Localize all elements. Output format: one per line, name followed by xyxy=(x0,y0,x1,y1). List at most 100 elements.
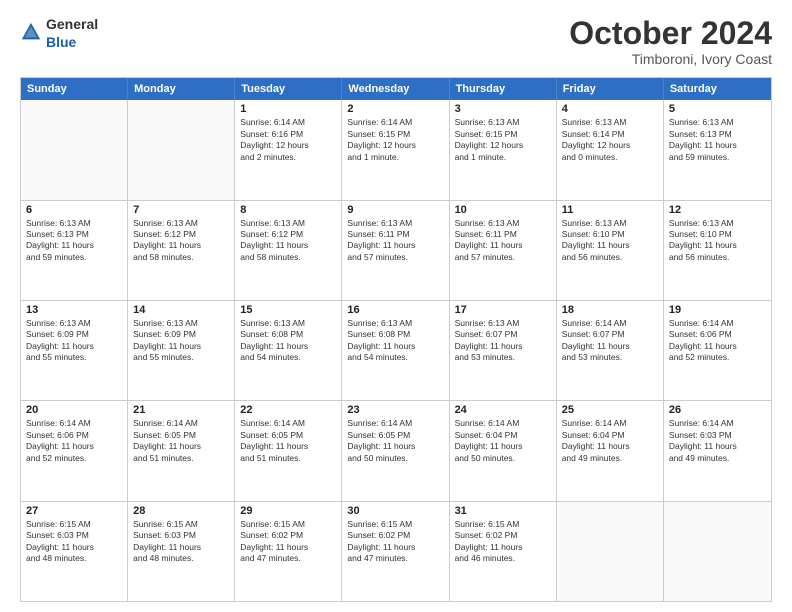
day-number: 16 xyxy=(347,304,443,316)
table-row: 24 Sunrise: 6:14 AMSunset: 6:04 PMDayligh… xyxy=(450,401,557,500)
title-block: October 2024 Timboroni, Ivory Coast xyxy=(569,16,772,67)
table-row: 8Sunrise: 6:13 AMSunset: 6:12 PMDaylight… xyxy=(235,201,342,300)
day-number: 12 xyxy=(669,204,766,216)
table-row: 7Sunrise: 6:13 AMSunset: 6:12 PMDaylight… xyxy=(128,201,235,300)
table-row: 17 Sunrise: 6:13 AMSunset: 6:07 PMDayligh… xyxy=(450,301,557,400)
cell-text: Sunrise: 6:14 AMSunset: 6:06 PMDaylight:… xyxy=(26,418,122,464)
cell-text: Sunrise: 6:13 AMSunset: 6:10 PMDaylight:… xyxy=(669,218,766,264)
cell-text: Sunrise: 6:15 AMSunset: 6:02 PMDaylight:… xyxy=(240,519,336,565)
cell-text: Sunrise: 6:14 AMSunset: 6:07 PMDaylight:… xyxy=(562,318,658,364)
cell-text: Sunrise: 6:14 AMSunset: 6:05 PMDaylight:… xyxy=(240,418,336,464)
cell-text: Sunrise: 6:15 AMSunset: 6:03 PMDaylight:… xyxy=(26,519,122,565)
table-row: 20 Sunrise: 6:14 AMSunset: 6:06 PMDayligh… xyxy=(21,401,128,500)
table-row: 16 Sunrise: 6:13 AMSunset: 6:08 PMDayligh… xyxy=(342,301,449,400)
calendar-row: 13Sunrise: 6:13 AMSunset: 6:09 PMDayligh… xyxy=(21,300,771,400)
cell-text: Sunrise: 6:13 AMSunset: 6:07 PMDaylight:… xyxy=(455,318,551,364)
cell-text: Sunrise: 6:14 AMSunset: 6:04 PMDaylight:… xyxy=(455,418,551,464)
calendar-row: 27Sunrise: 6:15 AMSunset: 6:03 PMDayligh… xyxy=(21,501,771,601)
cell-text: Sunrise: 6:13 AMSunset: 6:12 PMDaylight:… xyxy=(240,218,336,264)
cell-text: Sunrise: 6:13 AMSunset: 6:08 PMDaylight:… xyxy=(347,318,443,364)
table-row: 26 Sunrise: 6:14 AMSunset: 6:03 PMDayligh… xyxy=(664,401,771,500)
day-number: 24 xyxy=(455,404,551,416)
calendar-header-cell: Monday xyxy=(128,78,235,100)
page: General Blue October 2024 Timboroni, Ivo… xyxy=(0,0,792,612)
cell-text: Sunrise: 6:13 AMSunset: 6:11 PMDaylight:… xyxy=(455,218,551,264)
day-number: 22 xyxy=(240,404,336,416)
day-number: 6 xyxy=(26,204,122,216)
cell-text: Sunrise: 6:13 AMSunset: 6:13 PMDaylight:… xyxy=(26,218,122,264)
day-number: 9 xyxy=(347,204,443,216)
day-number: 17 xyxy=(455,304,551,316)
cell-text: Sunrise: 6:13 AMSunset: 6:15 PMDaylight:… xyxy=(455,117,551,163)
table-row xyxy=(128,100,235,199)
day-number: 29 xyxy=(240,505,336,517)
cell-text: Sunrise: 6:15 AMSunset: 6:02 PMDaylight:… xyxy=(347,519,443,565)
table-row: 21 Sunrise: 6:14 AMSunset: 6:05 PMDayligh… xyxy=(128,401,235,500)
table-row: 23 Sunrise: 6:14 AMSunset: 6:05 PMDayligh… xyxy=(342,401,449,500)
cell-text: Sunrise: 6:13 AMSunset: 6:09 PMDaylight:… xyxy=(133,318,229,364)
table-row xyxy=(557,502,664,601)
logo-blue: Blue xyxy=(46,34,76,50)
table-row: 25 Sunrise: 6:14 AMSunset: 6:04 PMDayligh… xyxy=(557,401,664,500)
calendar-header-cell: Friday xyxy=(557,78,664,100)
day-number: 31 xyxy=(455,505,551,517)
table-row: 5 Sunrise: 6:13 AMSunset: 6:13 PMDaylight… xyxy=(664,100,771,199)
day-number: 15 xyxy=(240,304,336,316)
day-number: 25 xyxy=(562,404,658,416)
cell-text: Sunrise: 6:14 AMSunset: 6:05 PMDaylight:… xyxy=(133,418,229,464)
cell-text: Sunrise: 6:13 AMSunset: 6:13 PMDaylight:… xyxy=(669,117,766,163)
cell-text: Sunrise: 6:14 AMSunset: 6:16 PMDaylight:… xyxy=(240,117,336,163)
cell-text: Sunrise: 6:14 AMSunset: 6:03 PMDaylight:… xyxy=(669,418,766,464)
day-number: 1 xyxy=(240,103,336,115)
table-row: 3 Sunrise: 6:13 AMSunset: 6:15 PMDaylight… xyxy=(450,100,557,199)
table-row: 4 Sunrise: 6:13 AMSunset: 6:14 PMDaylight… xyxy=(557,100,664,199)
table-row: 11Sunrise: 6:13 AMSunset: 6:10 PMDayligh… xyxy=(557,201,664,300)
calendar-row: 6 Sunrise: 6:13 AMSunset: 6:13 PMDaylight… xyxy=(21,200,771,300)
calendar-header-cell: Thursday xyxy=(450,78,557,100)
day-number: 18 xyxy=(562,304,658,316)
logo-icon xyxy=(20,21,42,43)
table-row xyxy=(21,100,128,199)
table-row: 9Sunrise: 6:13 AMSunset: 6:11 PMDaylight… xyxy=(342,201,449,300)
day-number: 20 xyxy=(26,404,122,416)
cell-text: Sunrise: 6:15 AMSunset: 6:02 PMDaylight:… xyxy=(455,519,551,565)
calendar: SundayMondayTuesdayWednesdayThursdayFrid… xyxy=(20,77,772,602)
table-row: 10 Sunrise: 6:13 AMSunset: 6:11 PMDayligh… xyxy=(450,201,557,300)
month-title: October 2024 xyxy=(569,16,772,51)
table-row: 14 Sunrise: 6:13 AMSunset: 6:09 PMDayligh… xyxy=(128,301,235,400)
cell-text: Sunrise: 6:13 AMSunset: 6:12 PMDaylight:… xyxy=(133,218,229,264)
cell-text: Sunrise: 6:13 AMSunset: 6:10 PMDaylight:… xyxy=(562,218,658,264)
day-number: 4 xyxy=(562,103,658,115)
cell-text: Sunrise: 6:15 AMSunset: 6:03 PMDaylight:… xyxy=(133,519,229,565)
table-row: 13Sunrise: 6:13 AMSunset: 6:09 PMDayligh… xyxy=(21,301,128,400)
day-number: 10 xyxy=(455,204,551,216)
header: General Blue October 2024 Timboroni, Ivo… xyxy=(20,16,772,67)
table-row: 31 Sunrise: 6:15 AMSunset: 6:02 PMDayligh… xyxy=(450,502,557,601)
logo: General Blue xyxy=(20,16,98,52)
day-number: 3 xyxy=(455,103,551,115)
calendar-body: 1 Sunrise: 6:14 AMSunset: 6:16 PMDaylight… xyxy=(21,100,771,601)
day-number: 19 xyxy=(669,304,766,316)
day-number: 21 xyxy=(133,404,229,416)
day-number: 23 xyxy=(347,404,443,416)
table-row: 12 Sunrise: 6:13 AMSunset: 6:10 PMDayligh… xyxy=(664,201,771,300)
cell-text: Sunrise: 6:14 AMSunset: 6:05 PMDaylight:… xyxy=(347,418,443,464)
table-row xyxy=(664,502,771,601)
cell-text: Sunrise: 6:14 AMSunset: 6:15 PMDaylight:… xyxy=(347,117,443,163)
day-number: 28 xyxy=(133,505,229,517)
table-row: 15Sunrise: 6:13 AMSunset: 6:08 PMDayligh… xyxy=(235,301,342,400)
subtitle: Timboroni, Ivory Coast xyxy=(569,51,772,67)
logo-general: General xyxy=(46,16,98,32)
cell-text: Sunrise: 6:14 AMSunset: 6:04 PMDaylight:… xyxy=(562,418,658,464)
table-row: 22 Sunrise: 6:14 AMSunset: 6:05 PMDayligh… xyxy=(235,401,342,500)
day-number: 14 xyxy=(133,304,229,316)
table-row: 18 Sunrise: 6:14 AMSunset: 6:07 PMDayligh… xyxy=(557,301,664,400)
calendar-header-cell: Sunday xyxy=(21,78,128,100)
cell-text: Sunrise: 6:13 AMSunset: 6:14 PMDaylight:… xyxy=(562,117,658,163)
calendar-row: 1 Sunrise: 6:14 AMSunset: 6:16 PMDaylight… xyxy=(21,100,771,199)
day-number: 5 xyxy=(669,103,766,115)
day-number: 26 xyxy=(669,404,766,416)
cell-text: Sunrise: 6:13 AMSunset: 6:09 PMDaylight:… xyxy=(26,318,122,364)
table-row: 2Sunrise: 6:14 AMSunset: 6:15 PMDaylight… xyxy=(342,100,449,199)
cell-text: Sunrise: 6:14 AMSunset: 6:06 PMDaylight:… xyxy=(669,318,766,364)
